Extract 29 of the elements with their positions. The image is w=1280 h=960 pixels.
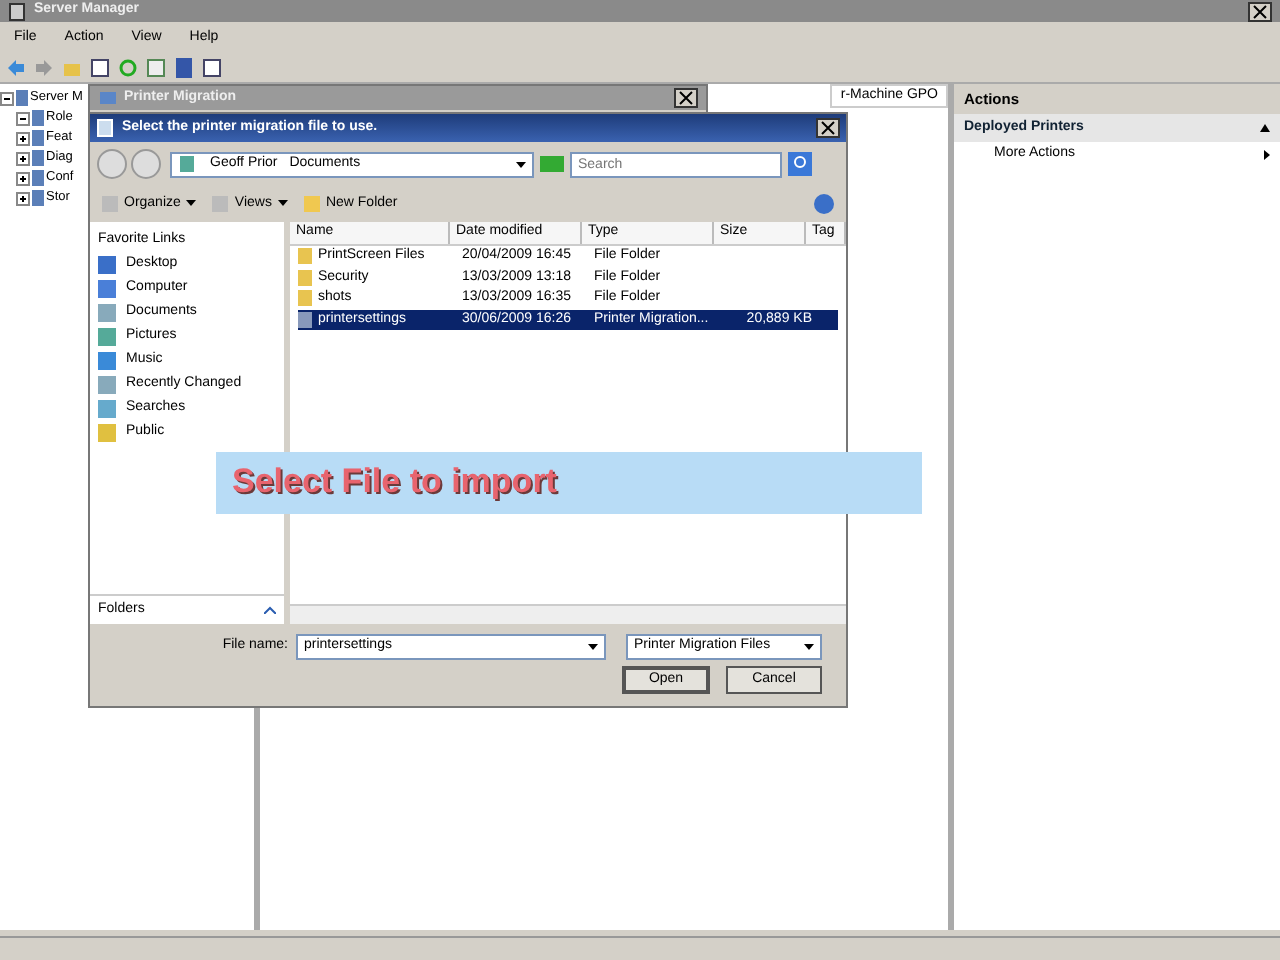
toolbar-icon [212, 195, 229, 212]
collapse-icon[interactable] [1260, 124, 1270, 133]
chevron-up-icon[interactable] [264, 605, 276, 614]
expand-icon[interactable] [16, 171, 30, 185]
caret-icon[interactable] [804, 644, 814, 650]
expand-icon[interactable] [16, 191, 30, 205]
caption-banner: Select File to import [216, 452, 922, 514]
file-icon [298, 311, 312, 328]
horizontal-scrollbar[interactable] [290, 604, 846, 624]
toolbar-icon [102, 195, 118, 212]
caret-icon[interactable] [277, 200, 288, 207]
node-icon [16, 90, 28, 106]
search-icon[interactable] [788, 152, 812, 176]
expand-icon[interactable] [16, 131, 30, 145]
node-icon [32, 170, 44, 186]
collapse-icon[interactable] [16, 111, 30, 125]
close-button[interactable] [816, 118, 840, 138]
collapse-icon[interactable] [0, 91, 14, 105]
arrow-icon[interactable] [1264, 150, 1270, 161]
close-button[interactable] [674, 88, 698, 108]
node-icon [32, 130, 44, 146]
caret-icon[interactable] [516, 161, 526, 167]
caret-icon[interactable] [186, 200, 197, 207]
node-icon [32, 150, 44, 166]
expand-icon[interactable] [16, 151, 30, 165]
caret-icon[interactable] [588, 644, 598, 650]
node-icon [32, 110, 44, 126]
close-button[interactable] [1248, 1, 1272, 21]
node-icon [32, 190, 44, 206]
